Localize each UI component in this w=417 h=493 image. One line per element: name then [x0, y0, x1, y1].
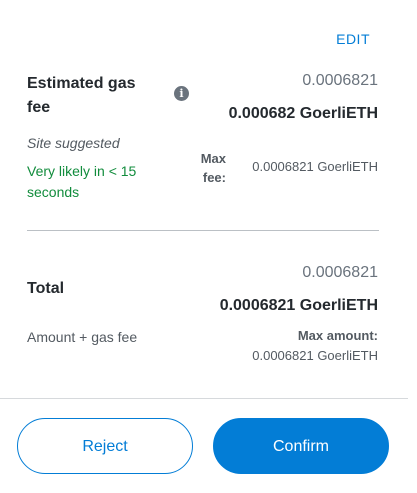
- section-divider: [27, 230, 379, 231]
- scrollbar-track[interactable]: [408, 0, 417, 493]
- estimated-gas-fee-title: Estimated gas fee: [27, 75, 136, 116]
- total-primary-value: 0.0006821 GoerliETH: [219, 297, 378, 314]
- confirm-button[interactable]: Confirm: [213, 418, 389, 474]
- max-fee-value: 0.0006821 GoerliETH: [252, 159, 378, 174]
- total-subtitle: Amount + gas fee: [27, 329, 138, 345]
- site-suggested-label: Site suggested: [27, 135, 120, 151]
- reject-button[interactable]: Reject: [17, 418, 193, 474]
- total-secondary-value: 0.0006821: [302, 264, 378, 281]
- max-amount-value: 0.0006821 GoerliETH: [252, 348, 378, 363]
- edit-gas-link[interactable]: EDIT: [336, 31, 370, 47]
- gas-fee-primary-value: 0.000682 GoerliETH: [228, 105, 378, 122]
- footer-divider: [0, 398, 408, 399]
- max-fee-label: Max fee:: [200, 151, 226, 185]
- gas-fee-secondary-value: 0.0006821: [302, 72, 378, 89]
- info-icon[interactable]: i: [174, 86, 189, 101]
- gas-timing-estimate: Very likely in < 15 seconds: [27, 163, 137, 200]
- confirm-transaction-panel: EDIT Estimated gas fee i 0.0006821 0.000…: [0, 0, 409, 493]
- max-amount-label: Max amount:: [297, 328, 378, 343]
- total-title: Total: [27, 280, 65, 297]
